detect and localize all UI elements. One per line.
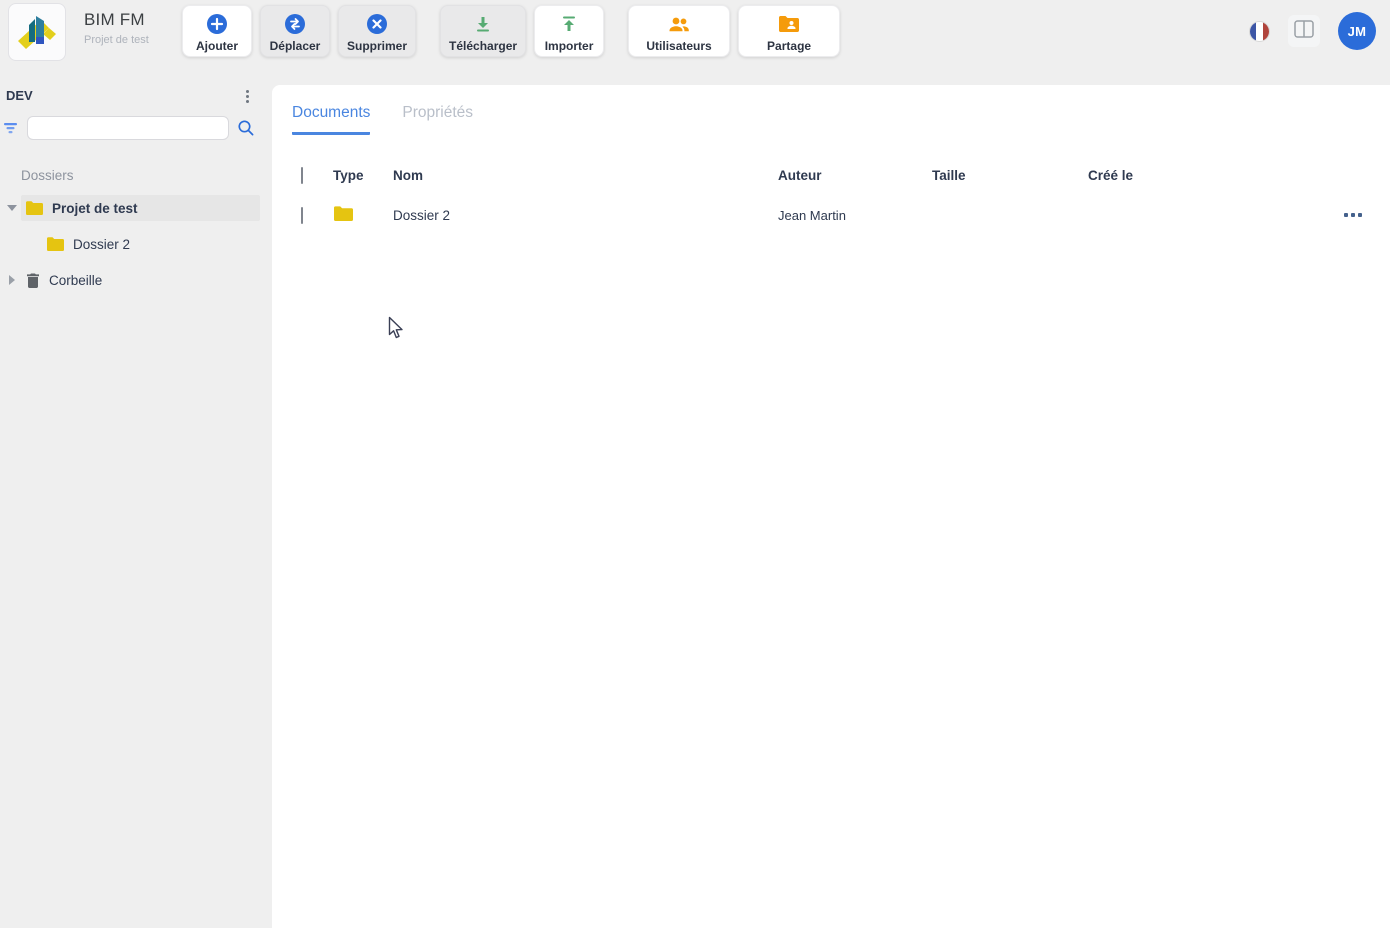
column-header-taille[interactable]: Taille (932, 168, 1088, 183)
add-button[interactable]: Ajouter (182, 5, 252, 57)
chevron-down-icon[interactable] (6, 202, 18, 214)
app-logo[interactable] (8, 3, 66, 61)
column-header-auteur[interactable]: Auteur (778, 168, 932, 183)
trash-icon (25, 272, 41, 289)
app-title-block: BIM FM Projet de test (84, 10, 149, 46)
download-icon (472, 13, 494, 35)
users-button[interactable]: Utilisateurs (628, 5, 731, 57)
app-subtitle: Projet de test (84, 34, 149, 46)
split-view-icon (1294, 19, 1314, 43)
download-button[interactable]: Télécharger (440, 5, 527, 57)
chevron-right-icon[interactable] (6, 274, 18, 286)
x-circle-icon (366, 13, 388, 35)
add-button-label: Ajouter (196, 39, 238, 53)
environment-label: DEV (6, 88, 33, 103)
kebab-menu-icon[interactable] (238, 86, 256, 106)
folder-icon (333, 206, 354, 225)
column-header-nom[interactable]: Nom (393, 168, 778, 183)
tree-item-projet-de-test[interactable]: Projet de test (7, 195, 260, 221)
folder-search-input[interactable] (27, 116, 229, 140)
table-header-row: Type Nom Auteur Taille Créé le (272, 157, 1390, 193)
french-flag-icon[interactable] (1249, 20, 1270, 42)
sidebar: DEV Dossiers Projet de test Dossier 2 Co… (0, 62, 272, 928)
row-actions-button[interactable] (1344, 209, 1362, 221)
user-avatar[interactable]: JM (1338, 12, 1376, 50)
row-name-cell[interactable]: Dossier 2 (393, 208, 778, 223)
folder-shared-icon (777, 13, 801, 35)
top-toolbar: BIM FM Projet de test Ajouter Déplacer S… (0, 0, 1390, 62)
bimfm-logo-icon (15, 8, 59, 57)
sidebar-header: DEV (0, 88, 272, 112)
app-title: BIM FM (84, 10, 145, 29)
column-header-type[interactable]: Type (333, 168, 393, 183)
documents-table: Type Nom Auteur Taille Créé le Dossier 2… (272, 157, 1390, 237)
import-button[interactable]: Importer (534, 5, 605, 57)
row-author-cell: Jean Martin (778, 207, 846, 223)
folders-section-label: Dossiers (21, 168, 74, 183)
share-button[interactable]: Partage (738, 5, 841, 57)
split-view-button[interactable] (1288, 15, 1320, 47)
move-arrows-icon (284, 13, 306, 35)
delete-button[interactable]: Supprimer (338, 5, 417, 57)
search-icon[interactable] (237, 119, 255, 142)
tab-documents[interactable]: Documents (292, 104, 371, 135)
delete-button-label: Supprimer (347, 39, 408, 53)
folder-icon (25, 200, 44, 216)
tree-item-corbeille[interactable]: Corbeille (9, 267, 260, 293)
main-panel: Documents Propriétés Type Nom Auteur Tai… (272, 85, 1390, 928)
topbar-right: JM (1249, 12, 1376, 50)
row-type-cell (333, 205, 393, 225)
folder-icon (46, 236, 65, 252)
tree-item-label: Projet de test (52, 200, 138, 216)
tab-bar: Documents Propriétés (272, 85, 1390, 135)
import-button-label: Importer (544, 39, 594, 53)
folder-tree: Projet de test Dossier 2 Corbeille (0, 195, 272, 293)
tab-proprietes[interactable]: Propriétés (402, 104, 473, 135)
tree-item-label: Corbeille (49, 272, 103, 288)
plus-circle-icon (206, 13, 228, 35)
column-header-cree-le[interactable]: Créé le (1088, 168, 1326, 183)
download-button-label: Télécharger (449, 39, 518, 53)
share-button-label: Partage (767, 39, 812, 53)
upload-icon (558, 13, 580, 35)
filter-icon[interactable] (4, 121, 18, 139)
move-button[interactable]: Déplacer (260, 5, 330, 57)
toolbar-buttons: Ajouter Déplacer Supprimer Télécharger I (182, 5, 848, 57)
tree-item-label: Dossier 2 (73, 236, 131, 252)
move-button-label: Déplacer (269, 39, 321, 53)
tree-item-dossier-2[interactable]: Dossier 2 (21, 231, 260, 257)
people-icon (666, 13, 692, 35)
users-button-label: Utilisateurs (646, 39, 712, 53)
table-row[interactable]: Dossier 2 Jean Martin (272, 193, 1390, 237)
row-checkbox[interactable] (301, 206, 303, 224)
select-all-checkbox[interactable] (301, 166, 303, 184)
sidebar-search-row (0, 116, 272, 142)
